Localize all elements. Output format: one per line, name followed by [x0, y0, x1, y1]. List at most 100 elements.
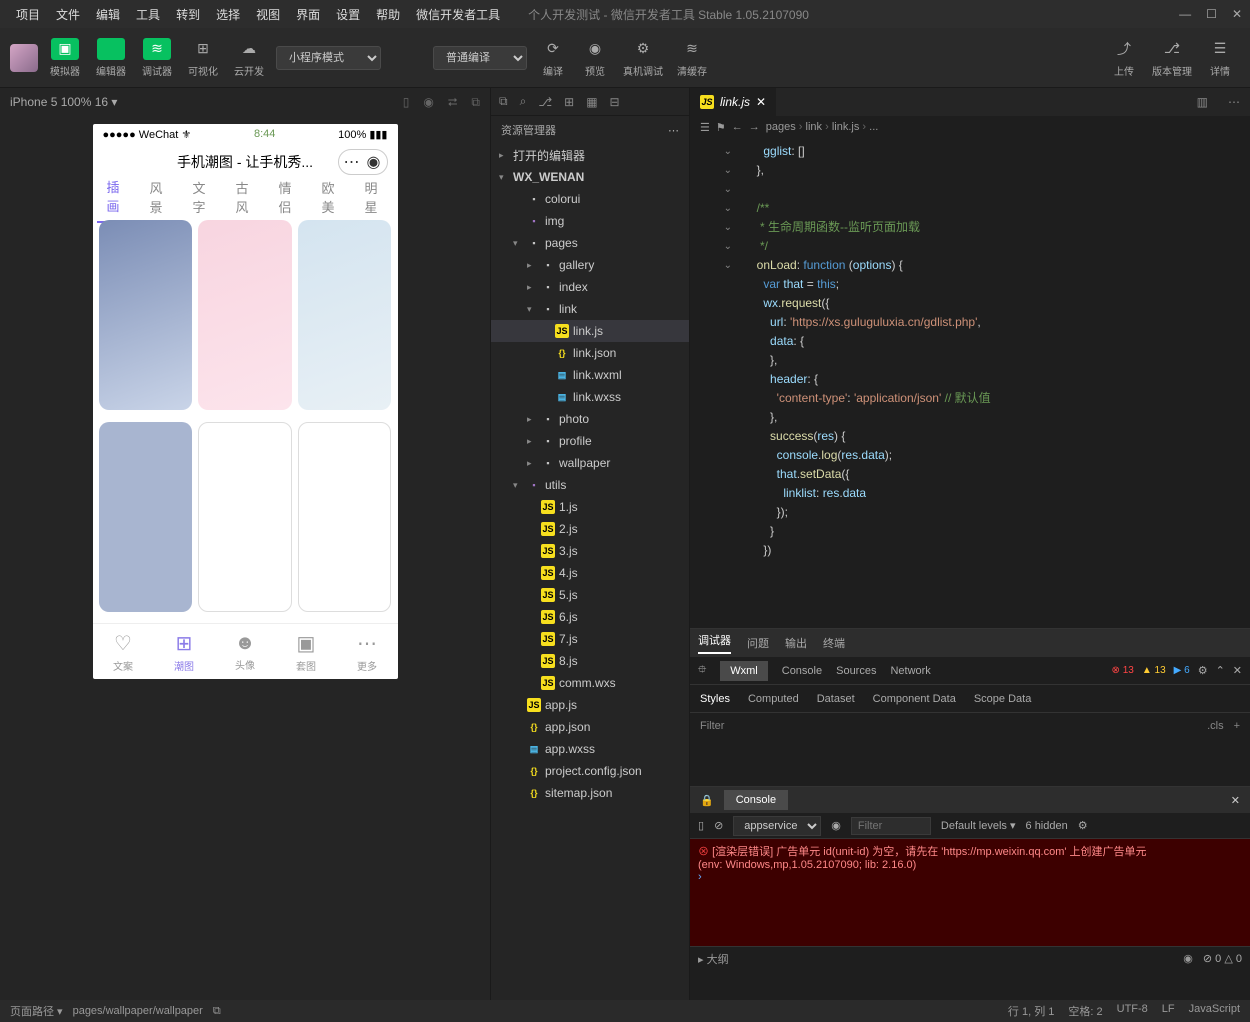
toolbar-版本管理[interactable]: ⎇版本管理: [1146, 34, 1198, 82]
tree-node[interactable]: ▸▪index: [491, 276, 689, 298]
ext-icon[interactable]: ⊞: [564, 95, 574, 109]
tree-node[interactable]: ▪img: [491, 210, 689, 232]
console-tab[interactable]: Console: [724, 790, 788, 810]
gear-icon[interactable]: ⚙: [1078, 819, 1088, 832]
tree-node[interactable]: ▸▪gallery: [491, 254, 689, 276]
wallpaper-card[interactable]: [198, 422, 292, 612]
wallpaper-card[interactable]: [298, 422, 392, 612]
more-icon[interactable]: ⋯: [1218, 95, 1250, 109]
tree-node[interactable]: JS5.js: [491, 584, 689, 606]
files-icon[interactable]: ⧉: [499, 94, 508, 109]
tree-node[interactable]: ▾WX_WENAN: [491, 166, 689, 188]
context-select[interactable]: appservice: [733, 816, 821, 836]
toolbar-清缓存[interactable]: ≋清缓存: [671, 34, 713, 82]
grid-icon[interactable]: ▦: [586, 95, 597, 109]
info-badge[interactable]: ▶ 6: [1174, 665, 1190, 676]
close-icon[interactable]: ✕: [1231, 794, 1240, 807]
clear-icon[interactable]: ▯: [698, 819, 704, 832]
device-rec-icon[interactable]: ◉: [423, 95, 433, 110]
tree-node[interactable]: ▤app.wxss: [491, 738, 689, 760]
crumb[interactable]: ...: [869, 121, 878, 133]
tree-node[interactable]: JS4.js: [491, 562, 689, 584]
warn-badge[interactable]: ▲ 13: [1142, 665, 1166, 676]
bookmark-icon[interactable]: ⚑: [716, 121, 726, 134]
levels-select[interactable]: Default levels ▾: [941, 819, 1016, 832]
copy-icon[interactable]: ⧉: [213, 1005, 221, 1018]
path-label[interactable]: 页面路径 ▾: [10, 1003, 63, 1019]
crumb[interactable]: pages: [766, 121, 796, 133]
split-icon[interactable]: ▥: [1187, 95, 1218, 109]
toolbar-云开发[interactable]: ☁云开发: [228, 34, 270, 82]
bottom-nav-item[interactable]: ⊞潮图: [154, 624, 215, 679]
eye-icon[interactable]: ◉: [831, 819, 841, 832]
tree-node[interactable]: ▾▪link: [491, 298, 689, 320]
dbg-tab[interactable]: 调试器: [698, 632, 731, 654]
wallpaper-card[interactable]: [198, 220, 292, 410]
editor-tab[interactable]: JS link.js ✕: [690, 88, 776, 116]
menu-帮助[interactable]: 帮助: [368, 8, 408, 22]
mode-select[interactable]: 小程序模式: [276, 46, 381, 70]
tree-node[interactable]: ▸打开的编辑器: [491, 144, 689, 166]
status-item[interactable]: 行 1, 列 1: [1008, 1003, 1054, 1019]
styles-tab[interactable]: Computed: [748, 693, 799, 705]
menu-文件[interactable]: 文件: [48, 8, 88, 22]
tree-node[interactable]: {}sitemap.json: [491, 782, 689, 804]
gear-icon[interactable]: ⚙: [1198, 664, 1208, 677]
menu-选择[interactable]: 选择: [208, 8, 248, 22]
eye-icon[interactable]: ◉: [1183, 952, 1193, 965]
toolbar-上传[interactable]: ⤴上传: [1104, 34, 1144, 82]
tree-node[interactable]: JS2.js: [491, 518, 689, 540]
styles-tab[interactable]: Styles: [700, 693, 730, 705]
tree-node[interactable]: ▸▪photo: [491, 408, 689, 430]
styles-tab[interactable]: Scope Data: [974, 693, 1031, 705]
toolbar-可视化[interactable]: ⊞可视化: [182, 34, 224, 82]
path-value[interactable]: pages/wallpaper/wallpaper: [73, 1005, 203, 1017]
menu-设置[interactable]: 设置: [328, 8, 368, 22]
menu-工具[interactable]: 工具: [128, 8, 168, 22]
device-phone-icon[interactable]: ▯: [403, 95, 410, 110]
dbg-panel-tab[interactable]: Wxml: [720, 661, 768, 681]
tree-node[interactable]: JScomm.wxs: [491, 672, 689, 694]
crumb[interactable]: link.js: [832, 121, 860, 133]
toolbar-详情[interactable]: ☰详情: [1200, 34, 1240, 82]
tree-node[interactable]: JS1.js: [491, 496, 689, 518]
chevron-up-icon[interactable]: ⌃: [1216, 664, 1225, 677]
tree-node[interactable]: ▸▪profile: [491, 430, 689, 452]
tree-node[interactable]: JS8.js: [491, 650, 689, 672]
tree-node[interactable]: {}project.config.json: [491, 760, 689, 782]
tab-close-icon[interactable]: ✕: [756, 95, 766, 109]
close-icon[interactable]: ✕: [1233, 664, 1242, 677]
tree-node[interactable]: ▤link.wxss: [491, 386, 689, 408]
wallpaper-card[interactable]: [99, 220, 193, 410]
toolbar-编译[interactable]: ⟳编译: [533, 34, 573, 82]
tree-node[interactable]: ▤link.wxml: [491, 364, 689, 386]
status-item[interactable]: JavaScript: [1189, 1003, 1240, 1019]
bottom-nav-item[interactable]: ♡文案: [93, 624, 154, 679]
tree-node[interactable]: JSlink.js: [491, 320, 689, 342]
status-item[interactable]: 空格: 2: [1068, 1003, 1102, 1019]
explorer-more-icon[interactable]: ⋯: [668, 124, 679, 137]
menu-转到[interactable]: 转到: [168, 8, 208, 22]
tree-node[interactable]: ▾▪utils: [491, 474, 689, 496]
styles-tab[interactable]: Dataset: [817, 693, 855, 705]
toolbar-预览[interactable]: ◉预览: [575, 34, 615, 82]
device-copy-icon[interactable]: ⧉: [471, 95, 480, 110]
search-icon[interactable]: ⌕: [520, 94, 527, 109]
tree-node[interactable]: {}app.json: [491, 716, 689, 738]
compile-select[interactable]: 普通编译: [433, 46, 527, 70]
add-icon[interactable]: +: [1234, 720, 1240, 732]
device-label[interactable]: iPhone 5 100% 16 ▾: [10, 95, 117, 109]
menu-编辑[interactable]: 编辑: [88, 8, 128, 22]
tree-node[interactable]: JS3.js: [491, 540, 689, 562]
avatar[interactable]: [10, 44, 38, 72]
status-item[interactable]: UTF-8: [1117, 1003, 1148, 1019]
status-item[interactable]: LF: [1162, 1003, 1175, 1019]
tree-node[interactable]: JS7.js: [491, 628, 689, 650]
filter-input[interactable]: [851, 817, 931, 835]
toolbar-调试器[interactable]: ≋调试器: [136, 34, 178, 82]
bottom-nav-item[interactable]: ▣套图: [276, 624, 337, 679]
minimize-icon[interactable]: —: [1179, 7, 1191, 21]
toolbar-模拟器[interactable]: ▣模拟器: [44, 34, 86, 82]
cls-toggle[interactable]: .cls: [1207, 720, 1224, 732]
outline[interactable]: ▸ 大纲 ◉ ⊘ 0 △ 0: [690, 946, 1250, 970]
